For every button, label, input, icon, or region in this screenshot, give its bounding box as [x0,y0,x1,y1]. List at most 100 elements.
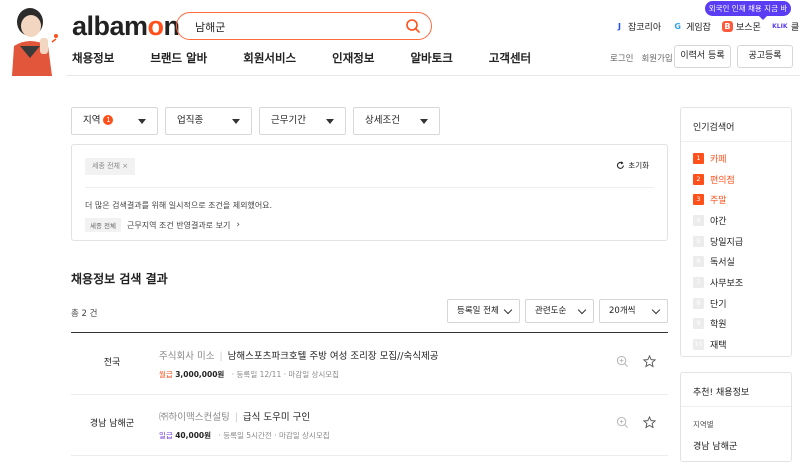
chevron-down-icon [503,305,513,315]
sort-date-select[interactable]: 등록일 전체 [447,299,520,323]
search-icon[interactable] [405,18,421,34]
popular-label[interactable]: 독서실 [710,255,735,268]
popular-item[interactable]: 5 당일지급 [693,231,743,252]
search-bar[interactable]: 남해군 [176,12,432,40]
per-page-select[interactable]: 20개씩 [599,299,668,323]
signup-link[interactable]: 회원가입 [641,52,672,64]
sort-relevance-select[interactable]: 관련도순 [525,299,594,323]
nav-item-support[interactable]: 고객센터 [489,50,531,66]
rank-badge: 10 [693,339,704,351]
popular-item[interactable]: 4 야간 [693,210,743,231]
sort-relevance-label: 관련도순 [535,306,567,316]
foreign-talent-tooltip[interactable]: 외국인 인재 채용 지금 바로! [705,1,791,28]
job-row[interactable]: 경남 남해군 ㈜하이맥스컨설팅 | 급식 도우미 구인 일급 40,000원 · 등… [71,394,668,456]
chevron-down-icon [326,119,334,124]
registered-date: 등록일 12/11 [236,370,282,379]
gamejob-icon: G [674,22,681,31]
pay-amount: 40,000원 [175,431,212,440]
job-company[interactable]: ㈜하이맥스컨설팅 [159,412,230,423]
condition-box: 세종 전체 × 초기화 더 많은 검색결과를 위해 일시적으로 조건을 제외했어… [71,144,668,241]
deadline: 마감일 상시모집 [288,370,340,379]
condition-chip[interactable]: 세종 전체 × [85,158,136,175]
popular-label[interactable]: 재택 [710,338,727,351]
popular-item[interactable]: 1 카페 [693,148,743,169]
nav-item-talent[interactable]: 인재정보 [332,50,374,66]
filter-region[interactable]: 지역 1 [71,107,158,135]
filter-period-label: 근무기간 [271,115,306,126]
popular-item[interactable]: 3 주말 [693,189,743,210]
excluded-condition-row[interactable]: 세종 전체 근무지역 조건 반영결과로 보기 › [85,218,240,232]
partner-label: 클릭 [790,23,800,33]
recommend-region[interactable]: 경남 남해군 [681,430,791,452]
filter-region-label: 지역 [83,115,101,126]
nav-item-talk[interactable]: 알바토크 [410,50,452,66]
nav-item-member[interactable]: 회원서비스 [243,50,296,66]
zoom-in-icon[interactable] [616,355,629,368]
job-title[interactable]: 남해스포츠파크호텔 주방 여성 조리장 모집//숙식제공 [228,351,439,362]
login-link[interactable]: 로그인 [610,52,633,64]
albamon-logo[interactable]: albamon [72,11,180,42]
filter-period[interactable]: 근무기간 [259,107,346,135]
popular-label[interactable]: 야간 [710,214,727,227]
popular-item[interactable]: 8 단기 [693,293,743,314]
rank-badge: 2 [693,173,704,185]
close-icon[interactable]: × [122,162,128,170]
zoom-in-icon[interactable] [616,416,629,429]
results-title: 채용정보 검색 결과 [71,272,168,286]
divider [85,187,654,188]
recommend-title: 추천! 채용정보 [681,373,791,407]
job-meta: 일급 40,000원 · 등록일 5시간전 · 마감일 상시모집 [159,430,330,441]
per-page-label: 20개씩 [609,306,636,316]
header: albamon 남해군 외국인 인재 채용 지금 바로! J 잡코리아 G 게임… [0,0,800,76]
region-count-badge: 1 [103,115,114,125]
chevron-down-icon [138,119,146,124]
rank-badge: 9 [693,318,704,330]
chevron-down-icon [420,119,428,124]
nav-item-jobs[interactable]: 채용정보 [72,50,114,66]
job-row[interactable]: 전국 주식회사 미소 | 남해스포츠파크호텔 주방 여성 조리장 모집//숙식제공 … [71,333,668,395]
popular-label[interactable]: 주말 [710,193,727,206]
popular-item[interactable]: 6 독서실 [693,251,743,272]
popular-item[interactable]: 10 재택 [693,334,743,355]
separator: · [274,431,277,440]
partner-jobkorea[interactable]: J 잡코리아 [614,20,661,33]
separator: | [219,351,223,362]
excluded-link[interactable]: 근무지역 조건 반영결과로 보기 [127,220,230,231]
chevron-down-icon [651,305,661,315]
popular-label[interactable]: 편의점 [710,173,735,186]
results-count: 총 2 건 [71,309,98,319]
popular-label[interactable]: 단기 [710,297,727,310]
jobkorea-icon: J [618,22,621,31]
star-icon[interactable] [643,416,656,429]
filter-job-type[interactable]: 업직종 [165,107,252,135]
rank-badge: 8 [693,297,704,309]
separator: · [218,431,221,440]
partner-klik[interactable]: KLIK 클릭 [772,20,800,33]
util-links: 로그인 회원가입 [610,52,673,64]
popular-item[interactable]: 9 학원 [693,314,743,335]
filter-job-label: 업직종 [177,115,204,126]
job-title[interactable]: 급식 도우미 구인 [243,412,310,423]
logo-text-prefix: albam [72,11,148,41]
nav-item-brand[interactable]: 브랜드 알바 [150,50,207,66]
partner-gamejob[interactable]: G 게임잡 [672,20,711,33]
resume-register-button[interactable]: 이력서 등록 [674,45,731,68]
reset-button[interactable]: 초기화 [616,160,649,171]
post-job-button[interactable]: 공고등록 [737,45,793,68]
rank-badge: 4 [693,214,704,226]
filter-detail[interactable]: 상세조건 [353,107,440,135]
popular-label[interactable]: 당일지급 [710,235,743,248]
job-meta: 월급 3,000,000원 · 등록일 12/11 · 마감일 상시모집 [159,369,339,380]
job-company[interactable]: 주식회사 미소 [159,351,214,362]
search-input[interactable]: 남해군 [195,19,225,35]
partner-links: J 잡코리아 G 게임잡 B 보스몬 KLIK 클릭 [614,20,800,33]
popular-label[interactable]: 카페 [710,152,727,165]
popular-item[interactable]: 7 사무보조 [693,272,743,293]
popular-label[interactable]: 사무보조 [710,276,743,289]
popular-item[interactable]: 2 편의점 [693,169,743,190]
partner-bossmon[interactable]: B 보스몬 [721,20,761,33]
popular-list: 1 카페 2 편의점 3 주말 4 야간 5 당일지급 6 독서실 7 사무보조 8 단기 9학… [693,148,743,355]
star-icon[interactable] [643,355,656,368]
job-region: 경남 남해군 [89,419,135,429]
popular-label[interactable]: 학원 [710,317,727,330]
